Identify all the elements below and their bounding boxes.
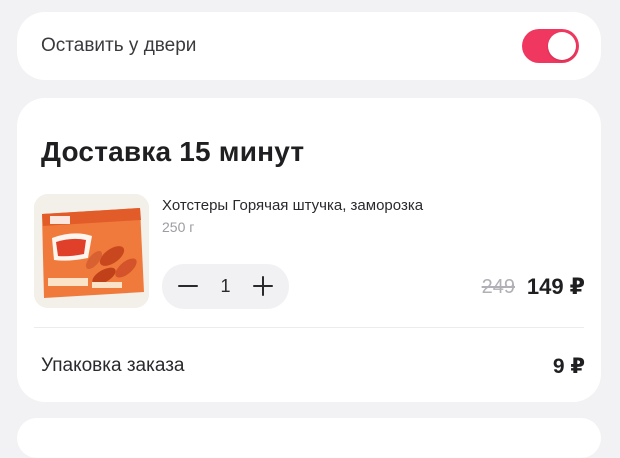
leave-at-door-toggle[interactable] [522,29,579,63]
old-price: 249 [481,276,515,298]
packaging-label: Упаковка заказа [41,355,185,376]
toggle-knob [548,32,576,60]
product-image[interactable] [34,194,149,308]
increase-quantity-button[interactable] [241,264,285,309]
packaging-price: 9 ₽ [552,355,585,378]
next-section-card [17,418,601,458]
current-price: 149 ₽ [526,274,585,299]
divider [34,327,584,328]
product-name[interactable]: Хотстеры Горячая штучка, заморозка [162,197,423,214]
delivery-card: Доставка 15 минут Хотстеры Горячая штучк… [17,98,601,402]
product-weight: 250 г [162,219,195,235]
hotsters-package-image [34,194,149,308]
leave-at-door-card: Оставить у двери [17,12,601,80]
leave-at-door-label: Оставить у двери [41,35,197,56]
quantity-stepper: 1 [162,264,289,309]
plus-icon [253,276,273,296]
delivery-title: Доставка 15 минут [41,136,305,167]
